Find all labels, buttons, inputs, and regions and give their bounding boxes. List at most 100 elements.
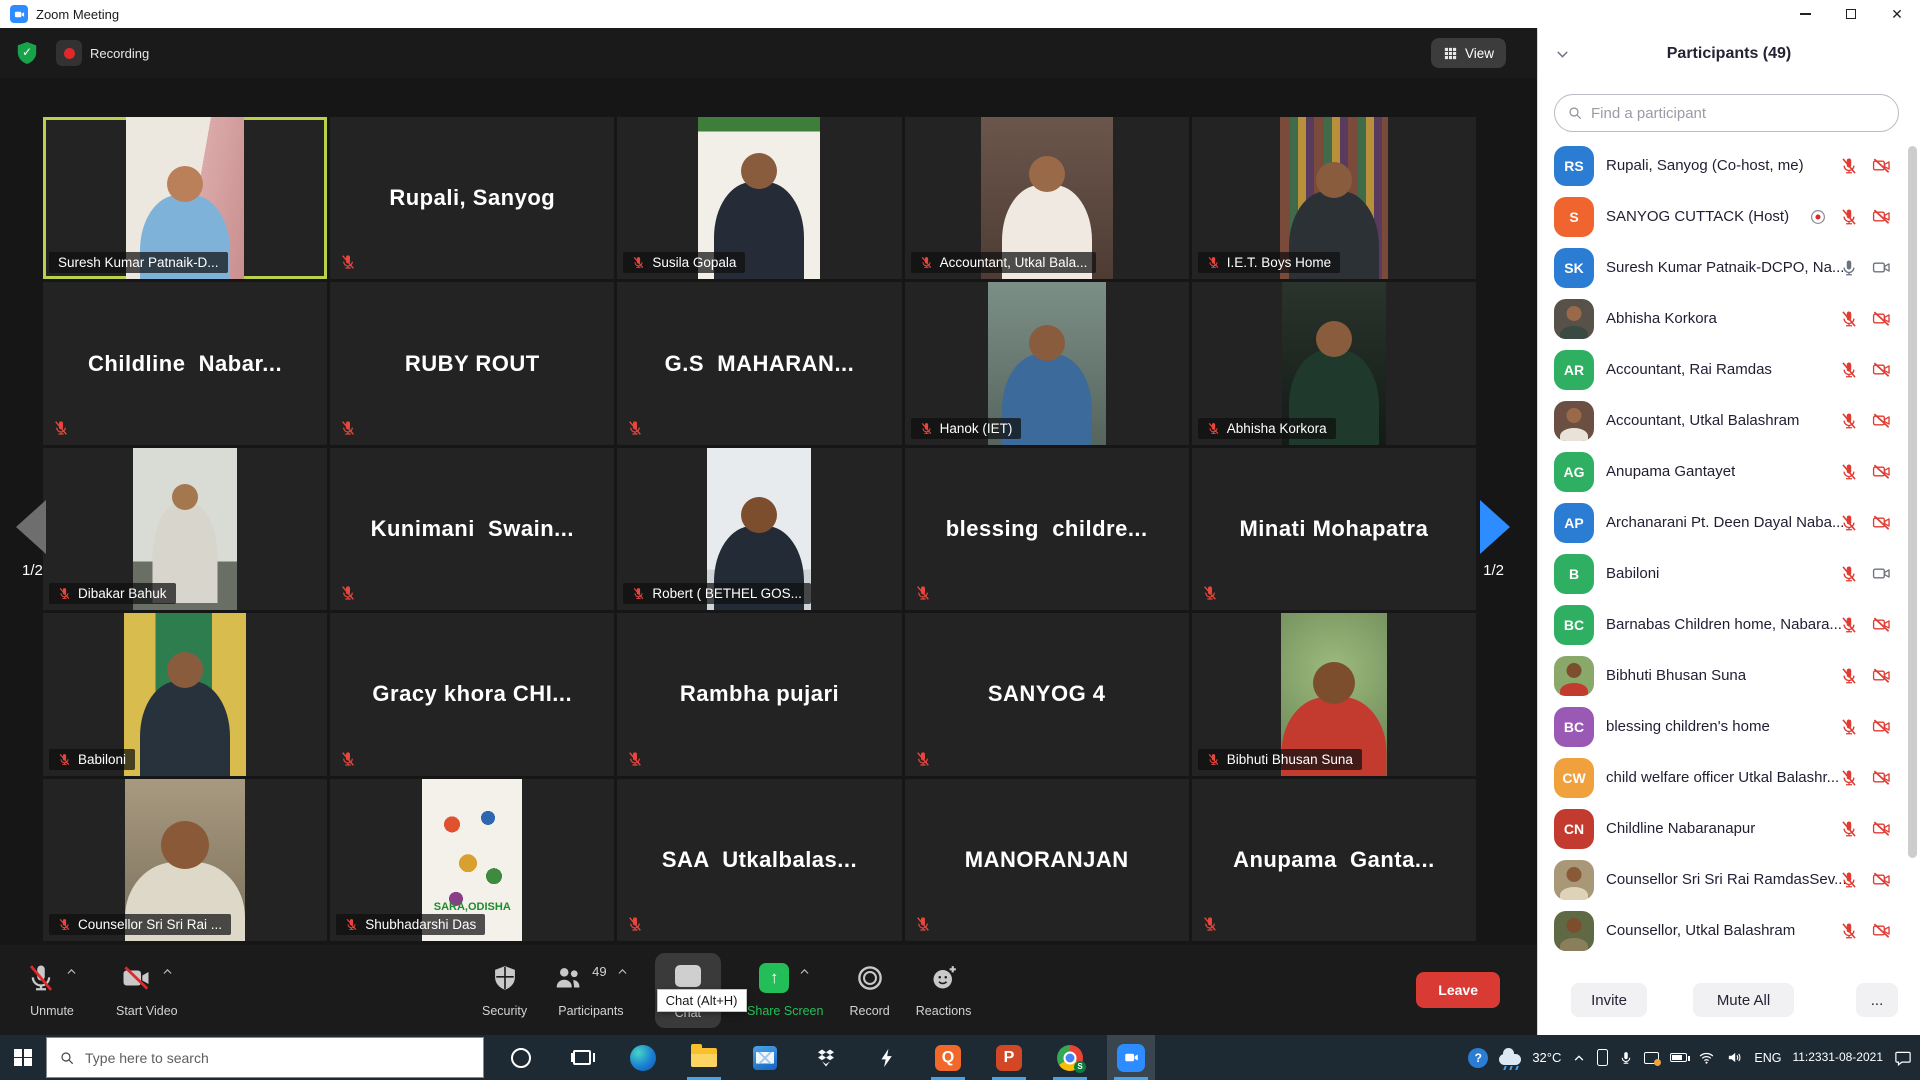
- chevron-up-icon[interactable]: [616, 965, 629, 978]
- video-tile[interactable]: Susila Gopala: [617, 117, 901, 279]
- battery-icon[interactable]: [1670, 1053, 1687, 1062]
- edge-icon: [630, 1045, 656, 1071]
- participant-row[interactable]: Accountant, Utkal Balashram: [1538, 395, 1920, 446]
- video-tile[interactable]: Rambha pujari: [617, 613, 901, 775]
- chevron-up-icon[interactable]: [798, 965, 811, 978]
- video-tile[interactable]: RUBY ROUT: [330, 282, 614, 444]
- file-explorer-app[interactable]: [680, 1035, 728, 1080]
- next-page-arrow[interactable]: [1480, 500, 1510, 554]
- video-tile[interactable]: SANYOG 4: [905, 613, 1189, 775]
- record-button[interactable]: Record: [849, 963, 889, 1018]
- weather-widget[interactable]: [1499, 1050, 1521, 1065]
- video-tile[interactable]: Accountant, Utkal Bala...: [905, 117, 1189, 279]
- tray-mic-icon[interactable]: [1619, 1051, 1633, 1065]
- participant-row[interactable]: SKSuresh Kumar Patnaik-DCPO, Na...: [1538, 242, 1920, 293]
- participant-row[interactable]: CWchild welfare officer Utkal Balashr...: [1538, 752, 1920, 803]
- participant-search-box[interactable]: [1554, 94, 1899, 132]
- participant-row[interactable]: Counsellor, Utkal Balashram: [1538, 905, 1920, 956]
- video-tile[interactable]: Kunimani Swain...: [330, 448, 614, 610]
- participant-row[interactable]: AGAnupama Gantayet: [1538, 446, 1920, 497]
- participant-row[interactable]: SSANYOG CUTTACK (Host): [1538, 191, 1920, 242]
- quickheal-app[interactable]: Q: [924, 1035, 972, 1080]
- chevron-up-icon[interactable]: [65, 965, 78, 978]
- volume-icon[interactable]: [1726, 1049, 1743, 1066]
- video-tile[interactable]: SARA,ODISHAShubhadarshi Das: [330, 779, 614, 941]
- more-options-button[interactable]: ...: [1856, 983, 1898, 1017]
- invite-button[interactable]: Invite: [1571, 983, 1647, 1017]
- video-tile[interactable]: MANORANJAN: [905, 779, 1189, 941]
- task-view-button[interactable]: [558, 1035, 606, 1080]
- name-tag: I.E.T. Boys Home: [1198, 252, 1340, 273]
- previous-page-arrow[interactable]: [16, 500, 46, 554]
- start-video-button[interactable]: Start Video: [116, 963, 178, 1018]
- participant-row[interactable]: Bibhuti Bhusan Suna: [1538, 650, 1920, 701]
- video-tile[interactable]: Bibhuti Bhusan Suna: [1192, 613, 1476, 775]
- view-button[interactable]: View: [1431, 38, 1506, 68]
- language-indicator[interactable]: ENG: [1754, 1051, 1781, 1065]
- taskbar-clock[interactable]: 11:2331-08-2021: [1792, 1050, 1883, 1065]
- muted-mic-icon: [1202, 585, 1218, 601]
- video-off-icon: [1871, 768, 1892, 787]
- tray-chevron-up-icon[interactable]: [1572, 1051, 1586, 1065]
- video-tile[interactable]: blessing childre...: [905, 448, 1189, 610]
- leave-button[interactable]: Leave: [1416, 972, 1500, 1008]
- video-tile[interactable]: Babiloni: [43, 613, 327, 775]
- participant-row[interactable]: CNChildline Nabaranapur: [1538, 803, 1920, 854]
- security-button[interactable]: Security: [482, 963, 527, 1018]
- powerpoint-app[interactable]: P: [985, 1035, 1033, 1080]
- chrome-app[interactable]: S: [1046, 1035, 1094, 1080]
- minimize-button[interactable]: [1782, 0, 1828, 28]
- participants-button[interactable]: 49 Participants: [553, 963, 628, 1018]
- chat-button[interactable]: Chat Chat (Alt+H): [655, 953, 721, 1028]
- video-tile[interactable]: I.E.T. Boys Home: [1192, 117, 1476, 279]
- video-tile[interactable]: Abhisha Korkora: [1192, 282, 1476, 444]
- reactions-button[interactable]: Reactions: [916, 963, 972, 1018]
- video-tile[interactable]: Gracy khora CHI...: [330, 613, 614, 775]
- panel-scrollbar[interactable]: [1908, 146, 1917, 858]
- wifi-icon[interactable]: [1698, 1049, 1715, 1066]
- cortana-button[interactable]: [497, 1035, 545, 1080]
- video-tile[interactable]: Anupama Ganta...: [1192, 779, 1476, 941]
- video-tile[interactable]: SAA Utkalbalas...: [617, 779, 901, 941]
- participant-row[interactable]: BCblessing children's home: [1538, 701, 1920, 752]
- participant-search-input[interactable]: [1591, 105, 1886, 122]
- participant-name: Counsellor Sri Sri Rai RamdasSev...: [1606, 871, 1847, 888]
- share-screen-button[interactable]: ↑ Share Screen: [747, 963, 823, 1018]
- close-button[interactable]: ✕: [1874, 0, 1920, 28]
- video-tile[interactable]: G.S MAHARAN...: [617, 282, 901, 444]
- video-tile[interactable]: Dibakar Bahuk: [43, 448, 327, 610]
- help-icon[interactable]: ?: [1468, 1048, 1488, 1068]
- taskbar-search-box[interactable]: [46, 1037, 484, 1078]
- unmute-button[interactable]: Unmute: [26, 963, 78, 1018]
- mail-app[interactable]: [741, 1035, 789, 1080]
- video-tile[interactable]: Counsellor Sri Sri Rai ...: [43, 779, 327, 941]
- phone-link-icon[interactable]: [1597, 1049, 1608, 1066]
- lightning-app[interactable]: [863, 1035, 911, 1080]
- participant-row[interactable]: Abhisha Korkora: [1538, 293, 1920, 344]
- participant-row[interactable]: BBabiloni: [1538, 548, 1920, 599]
- participant-row[interactable]: ARAccountant, Rai Ramdas: [1538, 344, 1920, 395]
- temperature-label[interactable]: 32°C: [1532, 1050, 1561, 1065]
- start-button[interactable]: [0, 1035, 46, 1080]
- video-tile[interactable]: Robert ( BETHEL GOS...: [617, 448, 901, 610]
- video-tile[interactable]: Hanok (IET): [905, 282, 1189, 444]
- chevron-up-icon[interactable]: [161, 965, 174, 978]
- dropbox-app[interactable]: [802, 1035, 850, 1080]
- video-tile[interactable]: Minati Mohapatra: [1192, 448, 1476, 610]
- participant-name: blessing children's home: [1606, 718, 1770, 735]
- zoom-app[interactable]: [1107, 1035, 1155, 1080]
- video-tile[interactable]: Rupali, Sanyog: [330, 117, 614, 279]
- maximize-button[interactable]: [1828, 0, 1874, 28]
- participant-row[interactable]: Counsellor Sri Sri Rai RamdasSev...: [1538, 854, 1920, 905]
- participant-row[interactable]: APArchanarani Pt. Deen Dayal Naba...: [1538, 497, 1920, 548]
- avatar-photo: [1554, 911, 1594, 951]
- video-tile[interactable]: Suresh Kumar Patnaik-D...: [43, 117, 327, 279]
- taskbar-search-input[interactable]: [85, 1050, 471, 1066]
- action-center-icon[interactable]: [1894, 1049, 1912, 1067]
- edge-app[interactable]: [619, 1035, 667, 1080]
- video-tile[interactable]: Childline Nabar...: [43, 282, 327, 444]
- participant-row[interactable]: RSRupali, Sanyog (Co-host, me): [1538, 140, 1920, 191]
- participant-row[interactable]: BCBarnabas Children home, Nabara...: [1538, 599, 1920, 650]
- ime-pad-icon[interactable]: [1644, 1052, 1659, 1064]
- mute-all-button[interactable]: Mute All: [1693, 983, 1794, 1017]
